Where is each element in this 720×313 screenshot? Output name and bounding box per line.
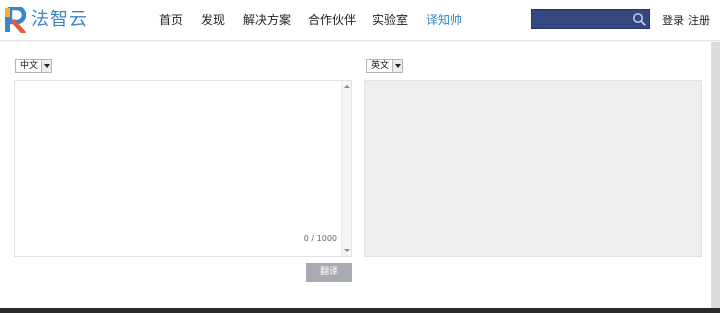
register-link[interactable]: 注册 xyxy=(688,0,710,41)
search-box xyxy=(531,9,650,29)
logo-text: 法智云 xyxy=(31,9,88,30)
character-count: 0 / 1000 xyxy=(303,234,337,243)
search-input[interactable] xyxy=(532,10,628,28)
source-language-label: 中文 xyxy=(20,61,39,71)
source-text-input[interactable] xyxy=(15,81,341,256)
login-link[interactable]: 登录 xyxy=(662,0,684,41)
bottom-edge-bar xyxy=(0,308,720,313)
nav-item-lab[interactable]: 实验室 xyxy=(372,0,408,41)
source-text-scrollbar[interactable] xyxy=(341,81,351,256)
scroll-up-arrow-icon[interactable] xyxy=(344,85,350,88)
scroll-down-arrow-icon[interactable] xyxy=(344,249,350,252)
top-header: 法智云 首页 发现 解决方案 合作伙伴 实验室 译知帅 登录 注册 xyxy=(0,0,720,41)
target-language-select[interactable]: 英文 xyxy=(366,59,404,73)
translate-button[interactable]: 翻译 xyxy=(306,263,352,282)
nav-item-home[interactable]: 首页 xyxy=(159,0,183,41)
nav-item-translator[interactable]: 译知帅 xyxy=(426,0,462,41)
dropdown-arrow-icon xyxy=(392,60,403,72)
target-language-label: 英文 xyxy=(371,61,390,71)
nav-item-partners[interactable]: 合作伙伴 xyxy=(308,0,356,41)
site-logo[interactable]: 法智云 xyxy=(4,7,88,33)
nav-item-solutions[interactable]: 解决方案 xyxy=(243,0,291,41)
source-text-box: 0 / 1000 xyxy=(14,80,352,257)
translation-result-box xyxy=(364,80,702,257)
page-scrollbar[interactable] xyxy=(711,42,720,308)
logo-mark-icon xyxy=(5,7,26,33)
search-icon[interactable] xyxy=(632,12,646,26)
dropdown-arrow-icon xyxy=(41,60,52,72)
source-language-select[interactable]: 中文 xyxy=(15,59,53,73)
nav-item-discover[interactable]: 发现 xyxy=(201,0,225,41)
